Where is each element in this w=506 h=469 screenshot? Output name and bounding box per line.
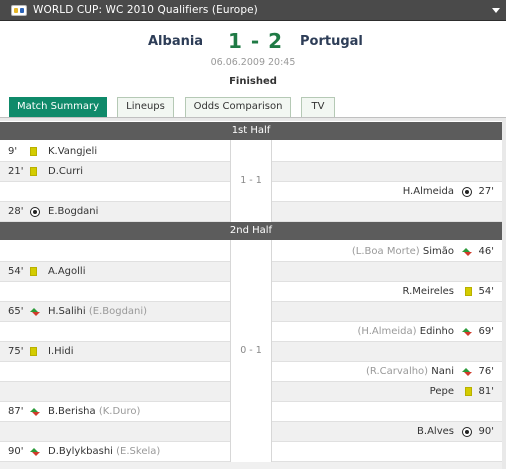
goal-ball-icon (30, 207, 40, 217)
event-icon-wrap (465, 387, 472, 399)
event-player[interactable]: R.Meireles (402, 286, 454, 297)
tab-underline (0, 117, 506, 121)
event-minute: 54' (478, 286, 494, 297)
player-name[interactable]: H.Salihi (48, 306, 86, 317)
event-player[interactable]: D.Bylykbashi (E.Skela) (48, 446, 160, 457)
substitution-icon (30, 407, 40, 417)
half-header: 2nd Half (0, 222, 502, 240)
player-name[interactable]: Edinho (420, 326, 454, 337)
substituted-player[interactable]: (L.Boa Morte) (352, 246, 420, 257)
event-player[interactable]: (L.Boa Morte) Simão (352, 246, 454, 257)
event-icon-wrap (30, 167, 37, 179)
substituted-player[interactable]: (E.Bogdani) (89, 306, 147, 317)
event-player[interactable]: H.Salihi (E.Bogdani) (48, 306, 147, 317)
event-icon-wrap (462, 327, 472, 340)
event-minute: 75' (8, 346, 24, 357)
event-minute: 81' (478, 386, 494, 397)
tab-tv[interactable]: TV (301, 97, 335, 117)
match-status: Finished (229, 76, 277, 87)
yellow-card-icon (30, 167, 37, 176)
event-icon-wrap (462, 247, 472, 260)
substitution-icon (30, 307, 40, 317)
event-icon-wrap (30, 407, 40, 420)
event-player[interactable]: K.Vangjeli (48, 146, 97, 157)
yellow-card-icon (30, 267, 37, 276)
substituted-player[interactable]: (H.Almeida) (357, 326, 416, 337)
event-icon-wrap (30, 447, 40, 460)
scrollbar[interactable] (502, 121, 506, 469)
tab-lineups[interactable]: Lineups (117, 97, 174, 117)
half-score: 1 - 1 (230, 140, 272, 222)
event-player[interactable]: (R.Carvalho) Nani (366, 366, 454, 377)
event-minute: 87' (8, 406, 24, 417)
substituted-player[interactable]: (R.Carvalho) (366, 366, 428, 377)
dropdown-arrow-icon[interactable] (492, 8, 500, 13)
match-datetime: 06.06.2009 20:45 (210, 57, 296, 68)
player-name[interactable]: B.Berisha (48, 406, 96, 417)
event-icon-wrap (30, 267, 37, 279)
event-minute: 90' (8, 446, 24, 457)
competition-title: WORLD CUP: WC 2010 Qualifiers (Europe) (33, 4, 258, 16)
event-minute: 21' (8, 166, 24, 177)
yellow-card-icon (30, 347, 37, 356)
event-icon-wrap (462, 427, 472, 440)
player-name[interactable]: Simão (423, 246, 454, 257)
event-minute: 9' (8, 146, 18, 157)
event-minute: 46' (478, 246, 494, 257)
substitution-icon (30, 447, 40, 457)
substituted-player[interactable]: (E.Skela) (116, 446, 160, 457)
away-team[interactable]: Portugal (300, 34, 363, 49)
event-minute: 69' (478, 326, 494, 337)
event-player[interactable]: B.Berisha (K.Duro) (48, 406, 140, 417)
table-bottom (0, 462, 502, 469)
player-name[interactable]: Nani (431, 366, 454, 377)
event-icon-wrap (462, 367, 472, 380)
event-icon-wrap (30, 347, 37, 359)
substituted-player[interactable]: (K.Duro) (99, 406, 141, 417)
event-minute: 90' (478, 426, 494, 437)
event-player[interactable]: B.Alves (417, 426, 454, 437)
event-player[interactable]: A.Agolli (48, 266, 86, 277)
home-team[interactable]: Albania (148, 34, 203, 49)
half-header: 1st Half (0, 122, 502, 140)
event-icon-wrap (30, 207, 40, 220)
event-minute: 65' (8, 306, 24, 317)
event-player[interactable]: I.Hidi (48, 346, 74, 357)
half-score: 0 - 1 (230, 240, 272, 462)
event-icon-wrap (465, 287, 472, 299)
player-name[interactable]: D.Bylykbashi (48, 446, 113, 457)
goal-ball-icon (462, 427, 472, 437)
event-icon-wrap (462, 187, 472, 200)
tab-match-summary[interactable]: Match Summary (9, 97, 107, 118)
event-icon-wrap (30, 147, 37, 159)
event-minute: 76' (478, 366, 494, 377)
substitution-icon (462, 247, 472, 257)
event-minute: 27' (478, 186, 494, 197)
event-minute: 54' (8, 266, 24, 277)
event-player[interactable]: (H.Almeida) Edinho (357, 326, 454, 337)
substitution-icon (462, 327, 472, 337)
event-player[interactable]: E.Bogdani (48, 206, 98, 217)
flag-icon (11, 5, 27, 16)
event-minute: 28' (8, 206, 24, 217)
yellow-card-icon (30, 147, 37, 156)
event-player[interactable]: H.Almeida (403, 186, 454, 197)
yellow-card-icon (465, 387, 472, 396)
event-player[interactable]: D.Curri (48, 166, 83, 177)
yellow-card-icon (465, 287, 472, 296)
competition-header: WORLD CUP: WC 2010 Qualifiers (Europe) (0, 0, 506, 21)
substitution-icon (462, 367, 472, 377)
tab-odds-comparison[interactable]: Odds Comparison (185, 97, 291, 117)
event-icon-wrap (30, 307, 40, 320)
match-score: 1 - 2 (228, 29, 284, 53)
event-player[interactable]: Pepe (430, 386, 454, 397)
goal-ball-icon (462, 187, 472, 197)
